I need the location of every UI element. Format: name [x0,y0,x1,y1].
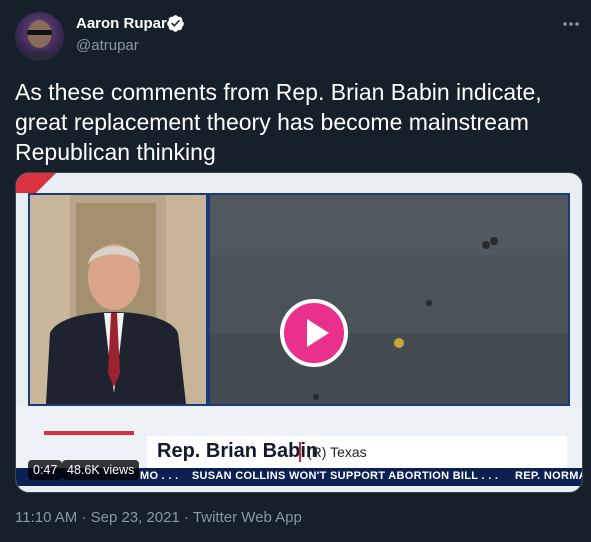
tweet: Aaron Rupar @atrupar As these comments f… [0,0,591,542]
author-avatar[interactable] [15,12,64,61]
more-options-icon[interactable] [560,14,582,34]
ticker-text: MO . . . SUSAN COLLINS WON'T SUPPORT ABO… [140,470,583,482]
tweet-text: As these comments from Rep. Brian Babin … [15,79,542,165]
play-button[interactable] [280,299,348,367]
video-views: 48.6K views [62,460,140,480]
chyron: Rep. Brian Babin (R) Texas [147,436,567,468]
tweet-timestamp[interactable]: 11:10 AM · Sep 23, 2021 · Twitter Web Ap… [15,509,302,526]
author-handle[interactable]: @atrupar [76,37,139,54]
chyron-divider [299,442,301,462]
video-player[interactable]: Rep. Brian Babin (R) Texas MO . . . SUSA… [15,172,583,493]
author-name[interactable]: Aaron Rupar [76,15,167,32]
chyron-party: (R) Texas [307,444,367,460]
chyron-name: Rep. Brian Babin [157,440,319,462]
play-icon [307,319,329,347]
video-duration: 0:47 [28,460,63,480]
verified-badge-icon [167,15,184,32]
